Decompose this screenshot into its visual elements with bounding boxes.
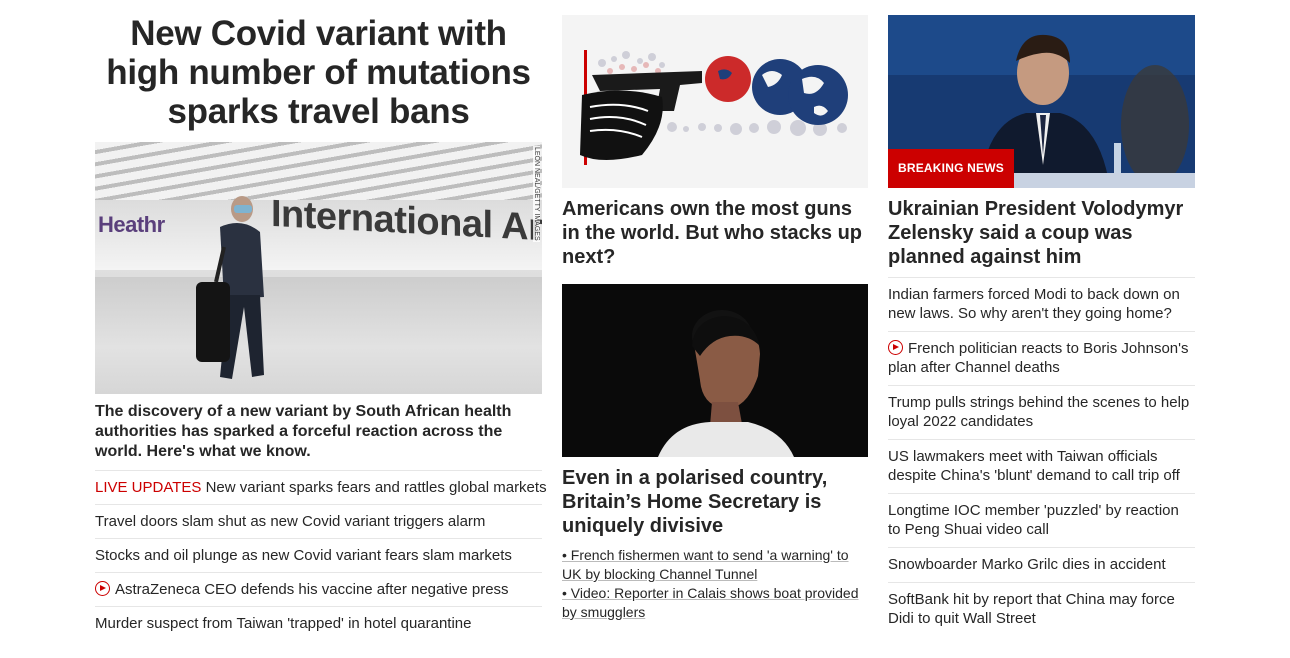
home-secretary-headline[interactable]: Even in a polarised country, Britain’s H… — [562, 466, 868, 538]
video-play-icon — [888, 340, 903, 355]
lead-related-links: LIVE UPDATES New variant sparks fears an… — [95, 470, 547, 640]
list-item[interactable]: LIVE UPDATES New variant sparks fears an… — [95, 470, 547, 504]
list-item[interactable]: Longtime IOC member 'puzzled' by reactio… — [888, 493, 1195, 547]
heathrow-sign-text: Heathr — [98, 212, 165, 237]
link-text: Longtime IOC member 'puzzled' by reactio… — [888, 502, 1179, 538]
right-headline-list: Indian farmers forced Modi to back down … — [888, 277, 1195, 636]
link-text: US lawmakers meet with Taiwan officials … — [888, 448, 1180, 484]
link-text: Stocks and oil plunge as new Covid varia… — [95, 547, 512, 564]
list-item[interactable]: Snowboarder Marko Grilc dies in accident — [888, 547, 1195, 582]
gun-globe-illustration — [562, 15, 868, 188]
link-text: French politician reacts to Boris Johnso… — [888, 340, 1189, 376]
home-secretary-image[interactable] — [562, 284, 868, 457]
guns-story-headline[interactable]: Americans own the most guns in the world… — [562, 197, 868, 269]
lead-summary[interactable]: The discovery of a new variant by South … — [95, 402, 542, 462]
photo-credit: LEON NEAL/GETTY IMAGES — [533, 146, 540, 242]
list-item[interactable]: Trump pulls strings behind the scenes to… — [888, 385, 1195, 439]
link-text: SoftBank hit by report that China may fo… — [888, 591, 1175, 627]
list-item[interactable]: Travel doors slam shut as new Covid vari… — [95, 504, 542, 538]
portrait-illustration — [562, 284, 868, 457]
live-updates-label: LIVE UPDATES — [95, 479, 202, 496]
middle-column: Americans own the most guns in the world… — [562, 0, 868, 622]
list-item[interactable]: US lawmakers meet with Taiwan officials … — [888, 439, 1195, 493]
related-link[interactable]: • French fishermen want to send 'a warni… — [562, 546, 868, 584]
list-item[interactable]: Stocks and oil plunge as new Covid varia… — [95, 538, 542, 572]
lead-story-image[interactable]: Heathr International Arrival LEON NEAL/G… — [95, 142, 542, 394]
list-item[interactable]: SoftBank hit by report that China may fo… — [888, 582, 1195, 636]
related-link[interactable]: • Video: Reporter in Calais shows boat p… — [562, 584, 868, 622]
link-text: Indian farmers forced Modi to back down … — [888, 286, 1180, 322]
list-item[interactable]: Murder suspect from Taiwan 'trapped' in … — [95, 606, 542, 640]
zelensky-story-image[interactable]: BREAKING NEWS — [888, 15, 1195, 188]
breaking-news-badge: BREAKING NEWS — [888, 149, 1014, 188]
list-item[interactable]: French politician reacts to Boris Johnso… — [888, 331, 1195, 385]
video-play-icon — [95, 581, 110, 596]
lead-story-column: New Covid variant with high number of mu… — [95, 0, 547, 640]
zelensky-headline[interactable]: Ukrainian President Volodymyr Zelensky s… — [888, 197, 1195, 269]
guns-story-image[interactable] — [562, 15, 868, 188]
link-text: Trump pulls strings behind the scenes to… — [888, 394, 1190, 430]
floor-graphic — [95, 277, 542, 394]
link-text: New variant sparks fears and rattles glo… — [201, 479, 547, 496]
lead-headline[interactable]: New Covid variant with high number of mu… — [95, 14, 542, 131]
ceiling-graphic — [95, 142, 542, 202]
link-text: AstraZeneca CEO defends his vaccine afte… — [115, 581, 509, 598]
traveller-figure — [196, 196, 264, 379]
list-item[interactable]: Indian farmers forced Modi to back down … — [888, 277, 1195, 331]
home-secretary-related-links: • French fishermen want to send 'a warni… — [562, 546, 868, 622]
link-text: Travel doors slam shut as new Covid vari… — [95, 513, 486, 530]
right-column: BREAKING NEWS Ukrainian President Volody… — [888, 0, 1195, 636]
link-text: Snowboarder Marko Grilc dies in accident — [888, 556, 1166, 573]
list-item[interactable]: AstraZeneca CEO defends his vaccine afte… — [95, 572, 542, 606]
link-text: Murder suspect from Taiwan 'trapped' in … — [95, 615, 472, 632]
